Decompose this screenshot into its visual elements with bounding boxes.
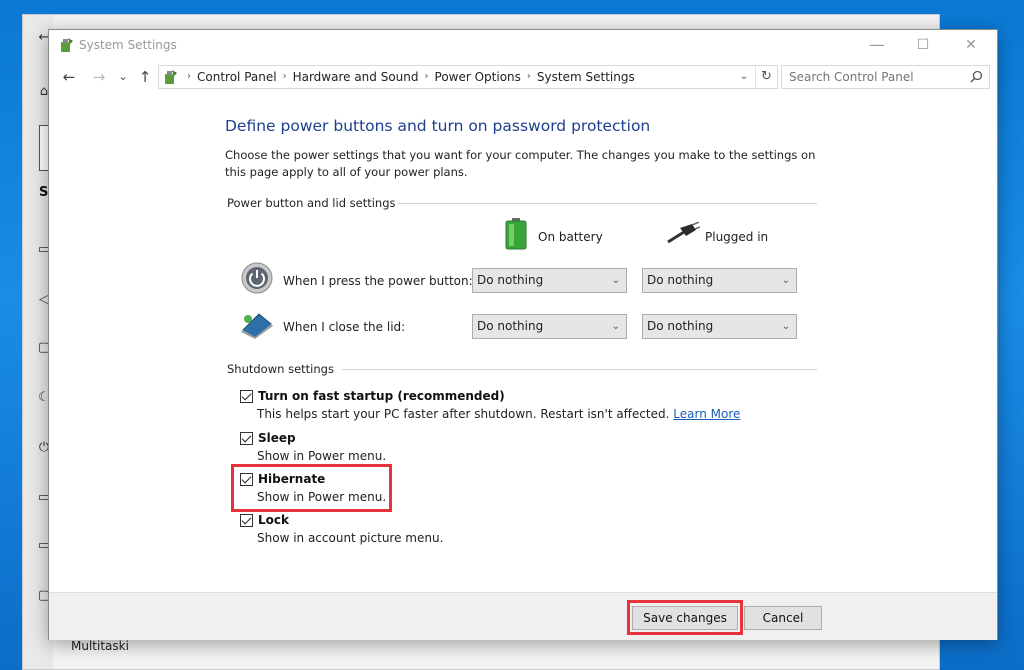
fast-startup-checkbox[interactable] xyxy=(240,390,253,403)
learn-more-link[interactable]: Learn More xyxy=(673,407,740,421)
page-title: Define power buttons and turn on passwor… xyxy=(225,117,651,135)
page-description: Choose the power settings that you want … xyxy=(225,148,816,179)
system-settings-window: System Settings — ☐ ✕ ← → ⌄ ↑ › Control … xyxy=(48,29,998,640)
title-bar[interactable]: System Settings — ☐ ✕ xyxy=(49,30,997,61)
address-dropdown-button[interactable]: ⌄ xyxy=(735,66,753,88)
chevron-down-icon: ⌄ xyxy=(611,321,620,332)
address-bar: ← → ⌄ ↑ › Control Panel › Hardware and S… xyxy=(49,62,997,92)
breadcrumb-control-panel[interactable]: Control Panel xyxy=(197,66,277,88)
lock-description: Show in account picture menu. xyxy=(257,531,444,545)
back-button[interactable]: ← xyxy=(59,67,79,87)
chevron-right-icon[interactable]: › xyxy=(527,66,531,88)
power-plug-icon xyxy=(667,222,700,244)
laptop-lid-icon xyxy=(241,313,273,339)
search-icon[interactable] xyxy=(970,70,983,83)
recent-locations-button[interactable]: ⌄ xyxy=(113,67,133,87)
power-options-icon xyxy=(61,38,73,52)
on-battery-header: On battery xyxy=(538,230,603,244)
fast-startup-label[interactable]: Turn on fast startup (recommended) xyxy=(258,389,505,403)
maximize-button[interactable]: ☐ xyxy=(903,34,943,58)
main-content: Define power buttons and turn on passwor… xyxy=(49,92,997,592)
lid-close-battery-select[interactable]: Do nothing ⌄ xyxy=(472,314,627,339)
breadcrumb-system-settings[interactable]: System Settings xyxy=(537,66,635,88)
breadcrumb-power-options[interactable]: Power Options xyxy=(435,66,521,88)
battery-icon xyxy=(505,218,527,250)
power-button-icon xyxy=(241,262,273,294)
breadcrumb[interactable]: › Control Panel › Hardware and Sound › P… xyxy=(158,65,778,89)
power-button-section-heading: Power button and lid settings xyxy=(227,196,396,210)
breadcrumb-hardware-and-sound[interactable]: Hardware and Sound xyxy=(293,66,419,88)
sleep-checkbox[interactable] xyxy=(240,432,253,445)
section-divider xyxy=(397,203,817,204)
select-value: Do nothing xyxy=(477,273,544,287)
sleep-description: Show in Power menu. xyxy=(257,449,387,463)
select-value: Do nothing xyxy=(647,319,714,333)
forward-button[interactable]: → xyxy=(89,67,109,87)
search-box[interactable] xyxy=(781,65,990,89)
chevron-right-icon[interactable]: › xyxy=(283,66,287,88)
select-value: Do nothing xyxy=(477,319,544,333)
hibernate-highlight-box xyxy=(231,464,392,512)
plugged-in-header: Plugged in xyxy=(705,230,769,244)
search-input[interactable] xyxy=(782,66,962,88)
power-button-label: When I press the power button: xyxy=(283,274,473,288)
minimize-button[interactable]: — xyxy=(857,34,897,58)
chevron-down-icon: ⌄ xyxy=(781,321,790,332)
close-button[interactable]: ✕ xyxy=(951,34,991,58)
fast-startup-description: This helps start your PC faster after sh… xyxy=(257,407,740,421)
chevron-right-icon[interactable]: › xyxy=(425,66,429,88)
chevron-down-icon: ⌄ xyxy=(611,275,620,286)
lock-label[interactable]: Lock xyxy=(258,513,289,527)
footer-bar: Save changes Cancel xyxy=(49,592,997,640)
save-highlight-box xyxy=(627,600,743,635)
up-button[interactable]: ↑ xyxy=(135,67,155,87)
control-panel-icon xyxy=(165,70,177,84)
select-value: Do nothing xyxy=(647,273,714,287)
power-button-plugged-select[interactable]: Do nothing ⌄ xyxy=(642,268,797,293)
chevron-down-icon: ⌄ xyxy=(781,275,790,286)
lid-close-plugged-select[interactable]: Do nothing ⌄ xyxy=(642,314,797,339)
lid-close-label: When I close the lid: xyxy=(283,320,406,334)
chevron-right-icon: › xyxy=(187,71,191,82)
fast-startup-desc-text: This helps start your PC faster after sh… xyxy=(257,407,670,421)
window-title: System Settings xyxy=(79,38,177,52)
background-nav-text: Multitaski xyxy=(71,639,129,653)
lock-checkbox[interactable] xyxy=(240,514,253,527)
section-divider xyxy=(342,369,817,370)
sleep-label[interactable]: Sleep xyxy=(258,431,296,445)
power-button-battery-select[interactable]: Do nothing ⌄ xyxy=(472,268,627,293)
cancel-button[interactable]: Cancel xyxy=(744,606,822,630)
refresh-button[interactable]: ↻ xyxy=(755,66,777,88)
shutdown-section-heading: Shutdown settings xyxy=(227,362,334,376)
